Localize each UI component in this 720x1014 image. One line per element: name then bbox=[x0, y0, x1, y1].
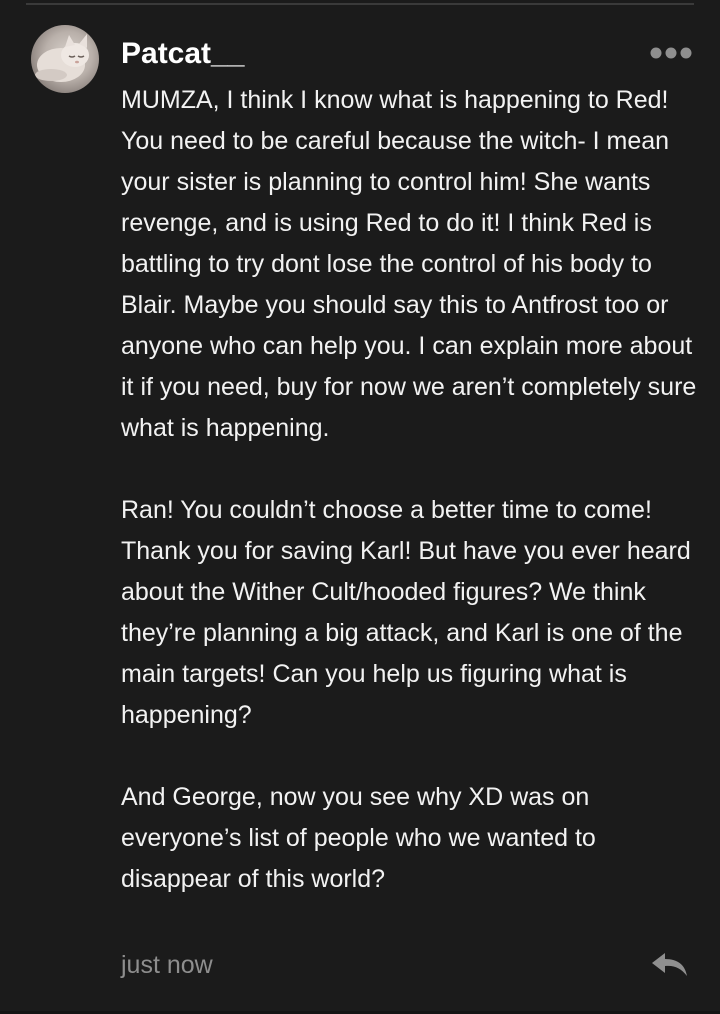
reply-icon[interactable] bbox=[650, 950, 690, 978]
more-options-icon[interactable] bbox=[648, 44, 694, 62]
cat-avatar-icon bbox=[35, 34, 89, 82]
avatar[interactable] bbox=[31, 25, 99, 93]
comment-page: Patcat__ MUMZA, I think I know what is h… bbox=[0, 0, 720, 1014]
comment-author[interactable]: Patcat__ bbox=[121, 37, 244, 71]
comment-paragraph: Ran! You couldn’t choose a better time t… bbox=[121, 496, 691, 729]
top-divider bbox=[26, 3, 694, 5]
comment-timestamp: just now bbox=[121, 951, 213, 979]
comment-paragraph: MUMZA, I think I know what is happening … bbox=[121, 86, 697, 442]
comment-body: MUMZA, I think I know what is happening … bbox=[121, 80, 706, 900]
comment-paragraph: And George, now you see why XD was on ev… bbox=[121, 783, 596, 893]
